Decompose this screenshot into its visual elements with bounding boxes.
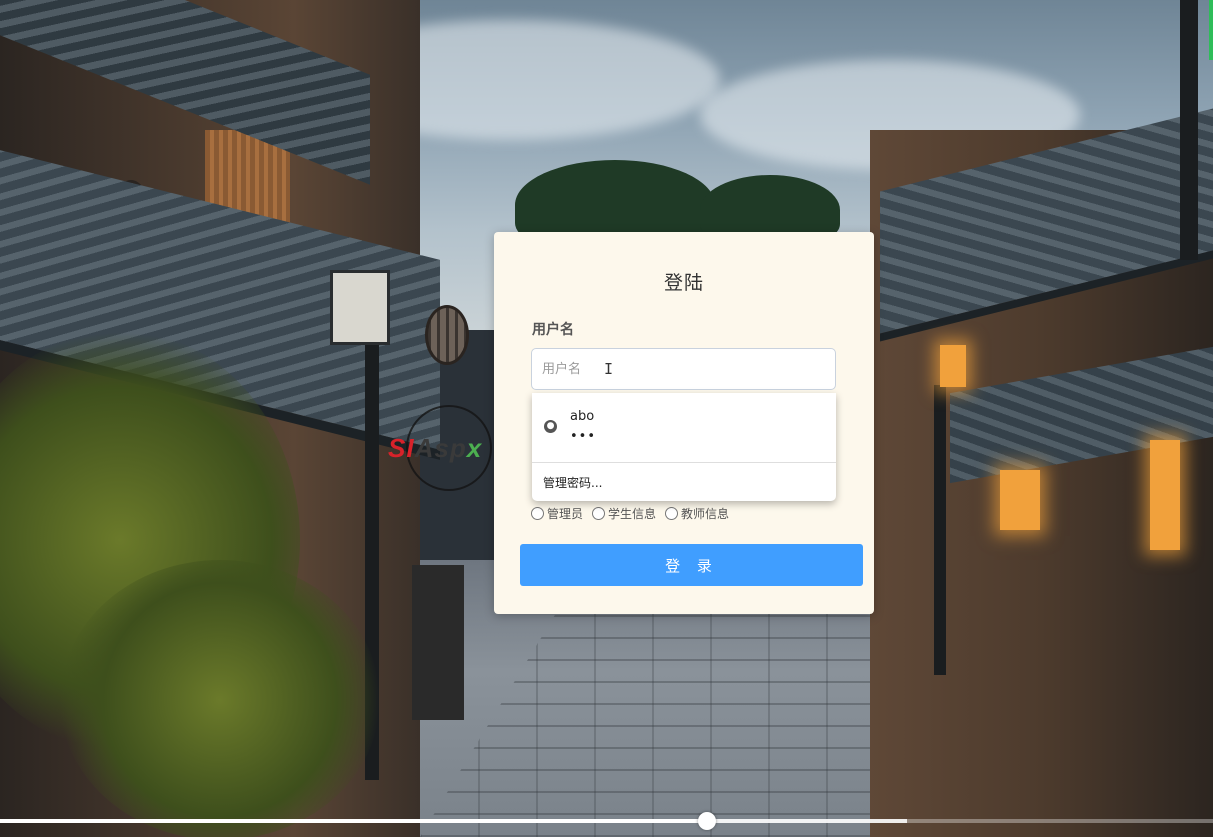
- video-progress-fill: [0, 819, 708, 823]
- saved-password-mask: •••: [570, 429, 597, 444]
- manage-passwords-link[interactable]: 管理密码...: [543, 474, 602, 491]
- saved-credential-item[interactable]: ● abo •••: [532, 393, 836, 462]
- edge-accent: [1209, 0, 1213, 60]
- login-button[interactable]: 登 录: [520, 544, 863, 586]
- radio-button[interactable]: [592, 507, 606, 520]
- role-label: 教师信息: [681, 507, 730, 521]
- login-title: 登陆: [663, 272, 704, 294]
- street-lantern: [330, 270, 390, 345]
- autofill-dropdown: ● abo ••• 管理密码...: [532, 393, 836, 501]
- role-label: 学生信息: [608, 507, 657, 521]
- watermark-text: SIAspx: [388, 433, 482, 464]
- utility-pole: [1180, 0, 1198, 260]
- text-cursor-icon: I: [604, 360, 614, 378]
- shop-sign: [412, 565, 464, 720]
- video-progress-bar[interactable]: [0, 812, 1213, 830]
- lit-window: [1000, 470, 1040, 530]
- lit-window: [1150, 440, 1180, 550]
- role-selector: 管理员 学生信息 教师信息: [531, 505, 729, 522]
- role-option-admin[interactable]: 管理员: [531, 505, 583, 522]
- username-label: 用户名: [532, 322, 574, 338]
- foliage: [60, 560, 380, 837]
- globe-icon: ●: [544, 420, 557, 433]
- lamp-post: [934, 385, 946, 675]
- role-option-teacher[interactable]: 教师信息: [665, 505, 729, 522]
- watermark-text-gray: Asp: [414, 433, 467, 463]
- round-window: [425, 305, 469, 365]
- role-label: 管理员: [547, 507, 584, 521]
- watermark-text-green: x: [466, 433, 483, 463]
- divider: [532, 462, 836, 463]
- watermark-logo: SIAspx: [388, 405, 508, 495]
- street-lantern-lit: [940, 345, 966, 387]
- radio-button[interactable]: [531, 507, 544, 520]
- saved-username: abo: [570, 409, 595, 424]
- role-option-student[interactable]: 学生信息: [592, 505, 656, 522]
- radio-button[interactable]: [665, 507, 679, 520]
- username-input[interactable]: [531, 348, 836, 390]
- watermark-text-red: SI: [388, 433, 415, 463]
